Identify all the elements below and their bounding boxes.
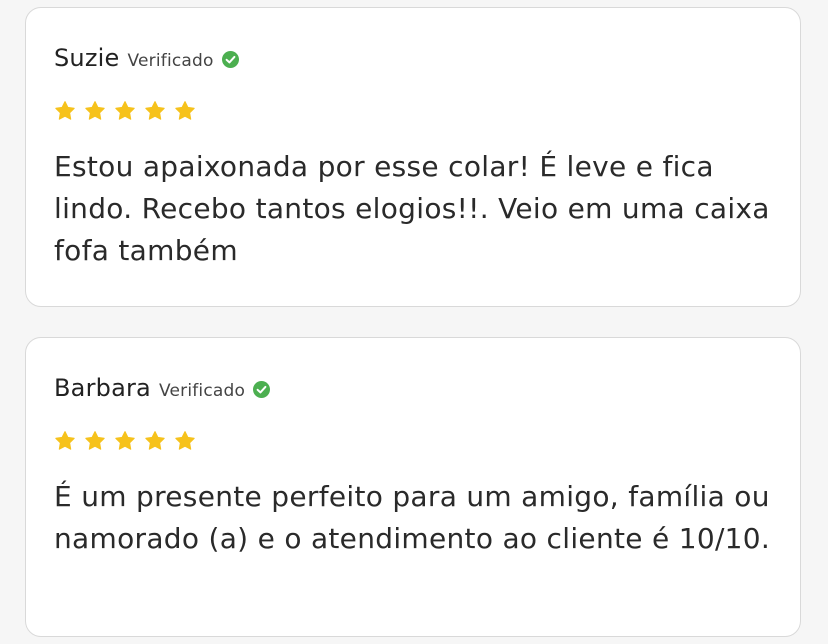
check-circle-icon xyxy=(253,381,271,398)
review-card: Suzie Verificado Estou apaixonada por es… xyxy=(25,7,801,307)
star-icon xyxy=(115,101,135,120)
review-text: Estou apaixonada por esse colar! É leve … xyxy=(54,150,770,267)
check-circle-icon xyxy=(221,51,239,68)
verified-label: Verificado xyxy=(127,51,214,71)
star-icon xyxy=(145,101,165,120)
review-text: É um presente perfeito para um amigo, fa… xyxy=(54,480,771,555)
star-icon xyxy=(115,431,135,450)
star-rating xyxy=(54,428,772,454)
star-icon xyxy=(85,101,105,120)
star-rating xyxy=(54,98,772,124)
star-icon xyxy=(145,431,165,450)
star-icon xyxy=(175,431,195,450)
reviewer-name: Barbara xyxy=(54,374,151,402)
star-icon xyxy=(85,431,105,450)
review-header: Barbara Verificado xyxy=(54,374,772,406)
star-icon xyxy=(55,431,75,450)
star-icon xyxy=(175,101,195,120)
review-card: Barbara Verificado É um presente perfeit… xyxy=(25,337,801,637)
reviewer-name: Suzie xyxy=(54,44,120,72)
verified-label: Verificado xyxy=(158,381,246,401)
review-header: Suzie Verificado xyxy=(54,44,772,76)
star-icon xyxy=(55,101,75,120)
